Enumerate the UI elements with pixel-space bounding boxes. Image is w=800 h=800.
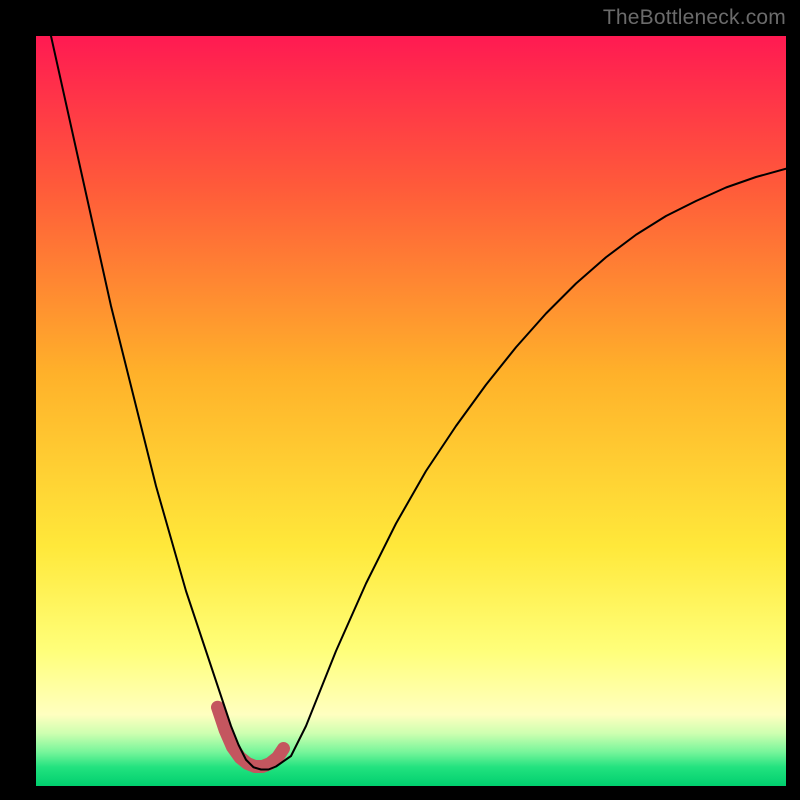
chart-plot <box>36 36 786 786</box>
watermark-text: TheBottleneck.com <box>603 6 786 30</box>
outer-frame: TheBottleneck.com <box>0 0 800 800</box>
chart-background <box>36 36 786 786</box>
